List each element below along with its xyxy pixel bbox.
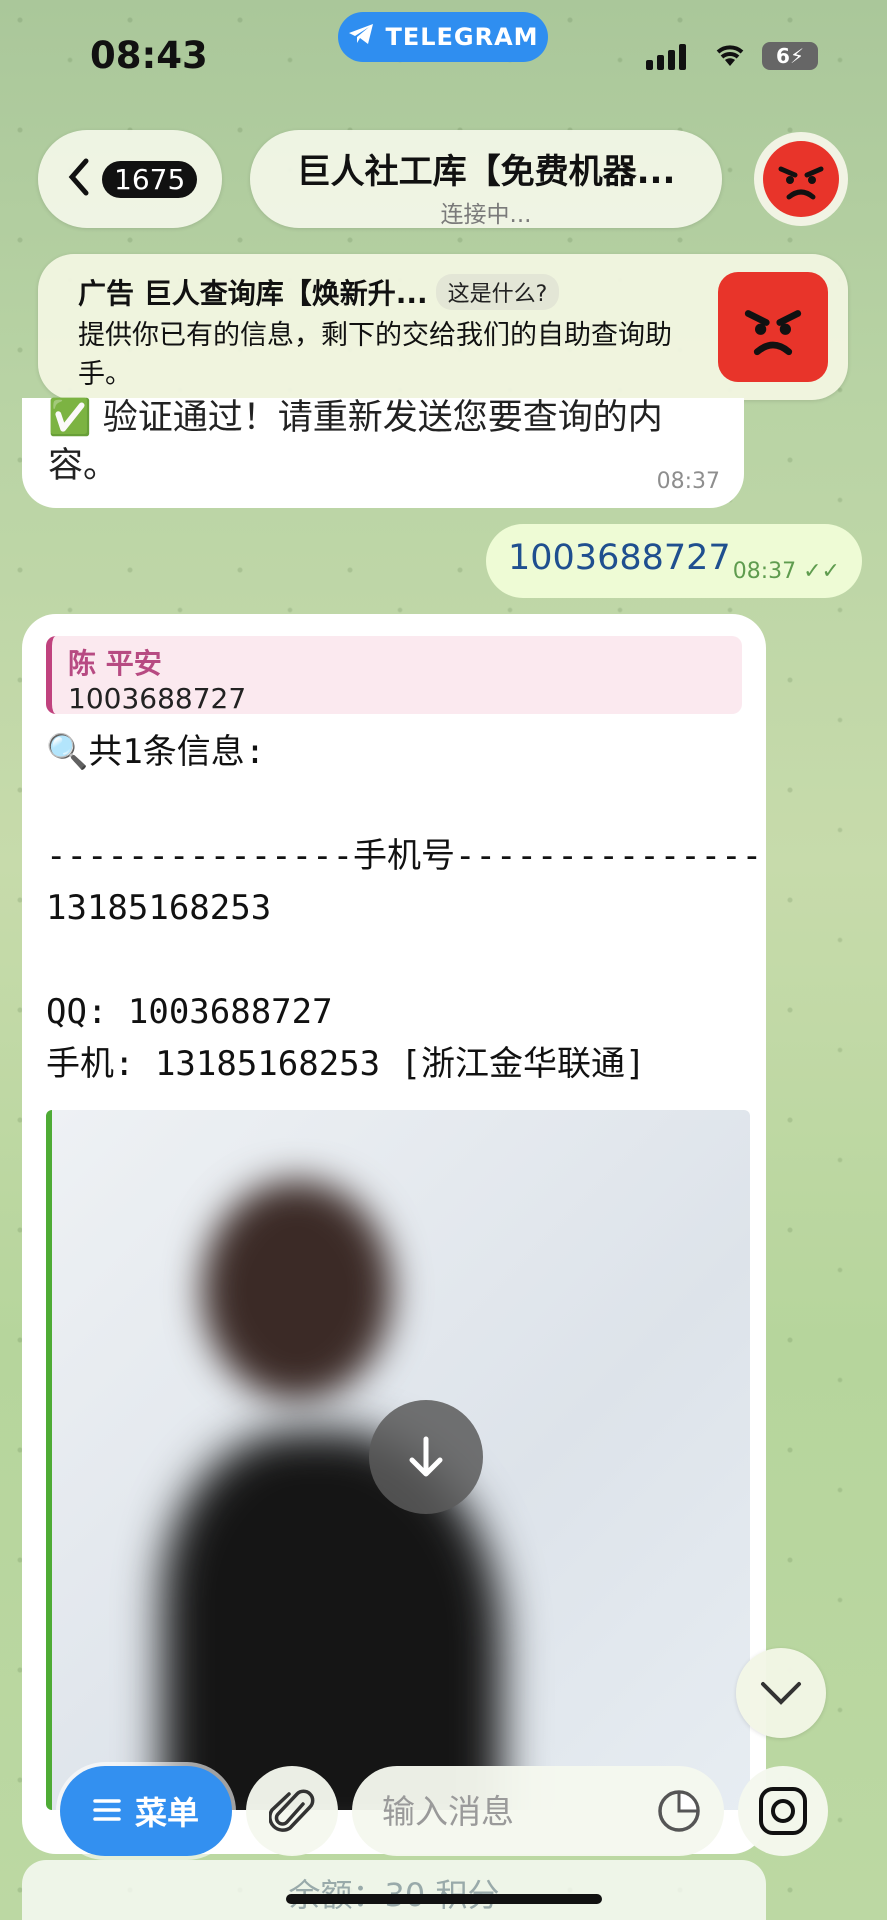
chevron-down-icon: [761, 1682, 801, 1705]
status-time: 08:43: [90, 34, 208, 77]
wifi-icon: [712, 40, 748, 72]
sticker-icon[interactable]: [656, 1788, 702, 1838]
arrow-down-icon: [409, 1436, 443, 1477]
download-button[interactable]: [369, 1400, 483, 1514]
chat-title: 巨人社工库【免费机器...: [296, 152, 676, 192]
incoming-message[interactable]: ✅ 验证通过！请重新发送您要查询的内容。 08:37: [22, 398, 744, 508]
camera-icon: [759, 1787, 807, 1835]
double-check-icon: ✓✓: [803, 559, 840, 584]
battery-icon: 6 ⚡: [762, 42, 818, 70]
chat-status: 连接中...: [440, 202, 532, 228]
message-time: 08:37: [656, 469, 720, 494]
photo-figure-head: [202, 1180, 392, 1400]
reply-quote-name: 陈 平安: [68, 647, 162, 680]
reply-quote-text: 1003688727: [68, 682, 247, 715]
signal-icon: [646, 44, 686, 70]
telegram-pill-label: TELEGRAM: [385, 23, 539, 51]
outgoing-message-text: 1003688727: [508, 538, 731, 578]
hamburger-icon: [93, 1792, 121, 1830]
ad-body: 提供你已有的信息，剩下的交给我们的自助查询助手。: [78, 320, 672, 390]
scroll-to-bottom-button[interactable]: [736, 1648, 826, 1738]
outgoing-time-text: 08:37: [732, 559, 797, 584]
reply-quote[interactable]: 陈 平安 1003688727: [46, 636, 742, 715]
message-time: 08:37 ✓✓: [733, 559, 840, 584]
chat-title-button[interactable]: 巨人社工库【免费机器... 连接中...: [250, 130, 722, 228]
angry-face-icon: [763, 141, 839, 217]
status-bar: 08:43 TELEGRAM 6 ⚡: [0, 0, 887, 110]
attach-button[interactable]: [246, 1766, 338, 1856]
back-button[interactable]: 1675: [38, 130, 222, 228]
paperclip-icon: [269, 1789, 315, 1832]
bot-result-message[interactable]: 陈 平安 1003688727 🔍共1条信息: ---------------手…: [22, 614, 766, 1854]
blurred-photo[interactable]: [46, 1110, 750, 1810]
bot-menu-button[interactable]: 菜单: [60, 1766, 232, 1856]
ad-title: 广告 巨人查询库【焕新升...: [78, 277, 428, 310]
ad-avatar: [718, 272, 828, 382]
balance-strip: 余额：30 积分: [22, 1860, 766, 1920]
incoming-message-text: ✅ 验证通过！请重新发送您要查询的内容。: [48, 398, 663, 486]
telegram-return-pill[interactable]: TELEGRAM: [338, 12, 548, 62]
result-text: 🔍共1条信息: ---------------手机号--------------…: [46, 732, 763, 1084]
angry-face-icon: [744, 310, 802, 356]
outgoing-message[interactable]: 1003688727 08:37 ✓✓: [486, 524, 862, 598]
battery-level: 6: [776, 44, 790, 68]
unread-count-badge: 1675: [102, 160, 198, 198]
telegram-plane-icon: [347, 22, 375, 52]
camera-button[interactable]: [738, 1766, 828, 1856]
ad-what-is-this-button[interactable]: 这是什么?: [435, 274, 560, 310]
menu-label: 菜单: [134, 1794, 199, 1832]
chevron-left-icon: [68, 158, 90, 200]
message-input[interactable]: [380, 1790, 654, 1832]
message-input-container[interactable]: [352, 1766, 724, 1856]
sponsored-banner[interactable]: 广告 巨人查询库【焕新升... 这是什么? 提供你已有的信息，剩下的交给我们的自…: [38, 254, 848, 400]
chat-avatar[interactable]: [754, 132, 848, 226]
home-indicator: [286, 1894, 602, 1904]
